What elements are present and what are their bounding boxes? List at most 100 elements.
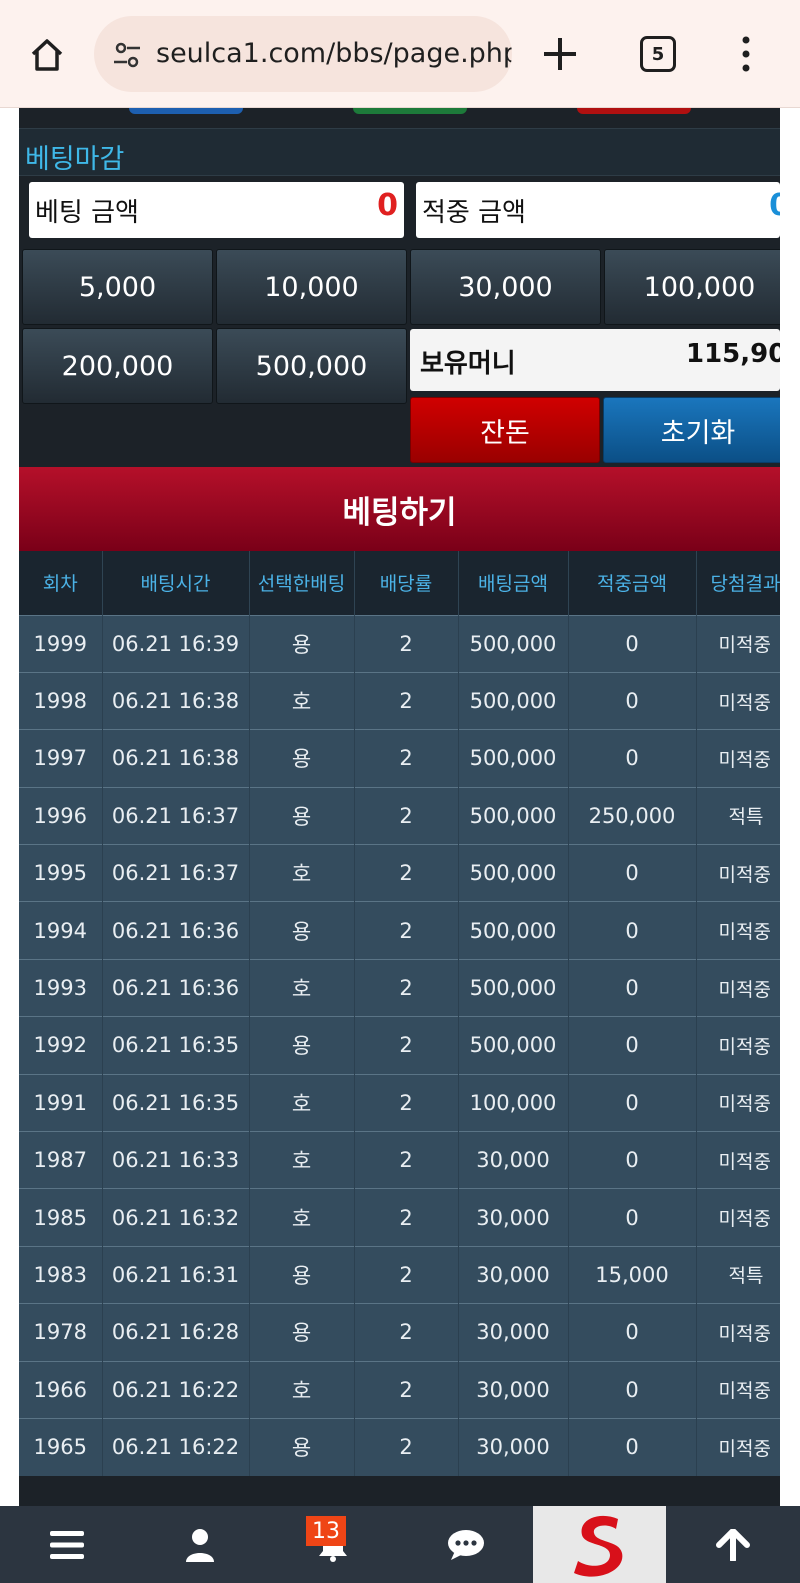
cell-round: 1978 xyxy=(19,1303,103,1362)
cell-win-amount: 0 xyxy=(568,1131,697,1189)
cell-round: 1995 xyxy=(19,844,103,902)
cell-win-amount: 0 xyxy=(568,1417,697,1476)
cell-time: 06.21 16:28 xyxy=(102,1303,250,1362)
table-row: 1983 06.21 16:31 용 2 30,000 15,000 적특 xyxy=(19,1245,780,1304)
cell-result: 미적중 xyxy=(696,1360,780,1419)
cell-odds: 2 xyxy=(354,844,459,902)
user-icon[interactable] xyxy=(133,1506,266,1583)
cell-odds: 2 xyxy=(354,958,459,1017)
cell-time: 06.21 16:38 xyxy=(102,729,250,788)
cell-bet-amount: 30,000 xyxy=(458,1245,569,1304)
table-row: 1995 06.21 16:37 호 2 500,000 0 미적중 xyxy=(19,844,780,902)
tab-strip-blue[interactable] xyxy=(129,108,243,114)
cell-result: 미적중 xyxy=(696,958,780,1017)
cell-result: 미적중 xyxy=(696,844,780,902)
cell-result: 미적중 xyxy=(696,1303,780,1362)
cell-odds: 2 xyxy=(354,1245,459,1304)
cell-win-amount: 0 xyxy=(568,671,697,730)
cell-round: 1996 xyxy=(19,786,103,845)
change-button[interactable]: 잔돈 xyxy=(410,397,600,463)
bet-amount-label: 베팅 금액 xyxy=(35,198,139,228)
chip-button-500000[interactable]: 500,000 xyxy=(216,328,407,404)
balance-label: 보유머니 xyxy=(420,349,516,379)
bet-amount-value: 0 xyxy=(377,188,398,223)
cell-pick: 용 xyxy=(249,1417,355,1476)
chip-button-100000[interactable]: 100,000 xyxy=(604,249,780,325)
tab-switcher-button[interactable]: 5 xyxy=(640,36,676,72)
url-text: seulca1.com/bbs/page.php? xyxy=(156,38,512,69)
cell-pick: 용 xyxy=(249,786,355,845)
cell-pick: 호 xyxy=(249,1188,355,1247)
chip-button-200000[interactable]: 200,000 xyxy=(22,328,213,404)
cell-odds: 2 xyxy=(354,786,459,845)
cell-odds: 2 xyxy=(354,1073,459,1132)
balance-value: 115,904 xyxy=(686,339,780,369)
arrow-up-icon[interactable] xyxy=(666,1506,799,1583)
header-odds: 배당률 xyxy=(354,551,459,615)
chip-button-30000[interactable]: 30,000 xyxy=(410,249,601,325)
cell-win-amount: 0 xyxy=(568,729,697,788)
cell-bet-amount: 500,000 xyxy=(458,901,569,960)
cell-time: 06.21 16:37 xyxy=(102,844,250,902)
cell-odds: 2 xyxy=(354,1417,459,1476)
betting-status-bar: 베팅마감 xyxy=(19,128,780,176)
more-options-icon[interactable] xyxy=(736,34,756,74)
cell-pick: 용 xyxy=(249,901,355,960)
header-round: 회차 xyxy=(19,551,103,615)
chat-icon[interactable] xyxy=(399,1506,532,1583)
cell-bet-amount: 500,000 xyxy=(458,1016,569,1075)
cell-round: 1993 xyxy=(19,958,103,1017)
header-time: 배팅시간 xyxy=(102,551,250,615)
table-row: 1994 06.21 16:36 용 2 500,000 0 미적중 xyxy=(19,901,780,960)
cell-win-amount: 0 xyxy=(568,844,697,902)
cell-win-amount: 0 xyxy=(568,958,697,1017)
table-header-row: 회차 배팅시간 선택한배팅 배당률 배팅금액 적중금액 당첨결과 xyxy=(19,551,780,615)
chip-button-10000[interactable]: 10,000 xyxy=(216,249,407,325)
tab-strip-red[interactable] xyxy=(577,108,691,114)
browser-toolbar: seulca1.com/bbs/page.php? 5 xyxy=(0,0,800,108)
cell-result: 미적중 xyxy=(696,1131,780,1189)
table-row: 1999 06.21 16:39 용 2 500,000 0 미적중 xyxy=(19,614,780,673)
cell-win-amount: 0 xyxy=(568,614,697,673)
cell-result: 미적중 xyxy=(696,1073,780,1132)
win-amount-box: 적중 금액 0 xyxy=(416,182,780,238)
cell-pick: 용 xyxy=(249,1245,355,1304)
cell-pick: 용 xyxy=(249,614,355,673)
header-result: 당첨결과 xyxy=(696,551,780,615)
betting-panel: 베팅마감 베팅 금액 0 적중 금액 0 5,000 10,000 30,000… xyxy=(19,108,780,1506)
table-row: 1992 06.21 16:35 용 2 500,000 0 미적중 xyxy=(19,1016,780,1075)
cell-odds: 2 xyxy=(354,901,459,960)
cell-win-amount: 0 xyxy=(568,1360,697,1419)
cell-round: 1992 xyxy=(19,1016,103,1075)
cell-time: 06.21 16:36 xyxy=(102,901,250,960)
new-tab-icon[interactable] xyxy=(540,34,580,74)
tab-strip-green[interactable] xyxy=(353,108,467,114)
reset-button[interactable]: 초기화 xyxy=(603,397,780,463)
cell-pick: 호 xyxy=(249,1131,355,1189)
site-logo[interactable] xyxy=(533,1506,666,1583)
cell-odds: 2 xyxy=(354,729,459,788)
header-bet-amount: 배팅금액 xyxy=(458,551,569,615)
address-bar[interactable]: seulca1.com/bbs/page.php? xyxy=(94,16,512,92)
cell-bet-amount: 500,000 xyxy=(458,958,569,1017)
cell-time: 06.21 16:35 xyxy=(102,1073,250,1132)
header-win-amount: 적중금액 xyxy=(568,551,697,615)
home-icon[interactable] xyxy=(24,32,70,78)
place-bet-button[interactable]: 베팅하기 xyxy=(19,467,780,551)
cell-result: 미적중 xyxy=(696,1417,780,1476)
cell-result: 적특 xyxy=(696,1245,780,1304)
cell-odds: 2 xyxy=(354,1303,459,1362)
page-content: 베팅마감 베팅 금액 0 적중 금액 0 5,000 10,000 30,000… xyxy=(0,108,800,1506)
notification-badge: 13 xyxy=(306,1516,346,1546)
cell-win-amount: 0 xyxy=(568,1188,697,1247)
table-row: 1978 06.21 16:28 용 2 30,000 0 미적중 xyxy=(19,1303,780,1362)
cell-bet-amount: 30,000 xyxy=(458,1131,569,1189)
cell-time: 06.21 16:22 xyxy=(102,1417,250,1476)
site-settings-icon[interactable] xyxy=(112,40,142,70)
chip-button-5000[interactable]: 5,000 xyxy=(22,249,213,325)
menu-icon[interactable] xyxy=(0,1506,133,1583)
cell-odds: 2 xyxy=(354,1360,459,1419)
cell-pick: 호 xyxy=(249,844,355,902)
cell-time: 06.21 16:22 xyxy=(102,1360,250,1419)
cell-time: 06.21 16:35 xyxy=(102,1016,250,1075)
